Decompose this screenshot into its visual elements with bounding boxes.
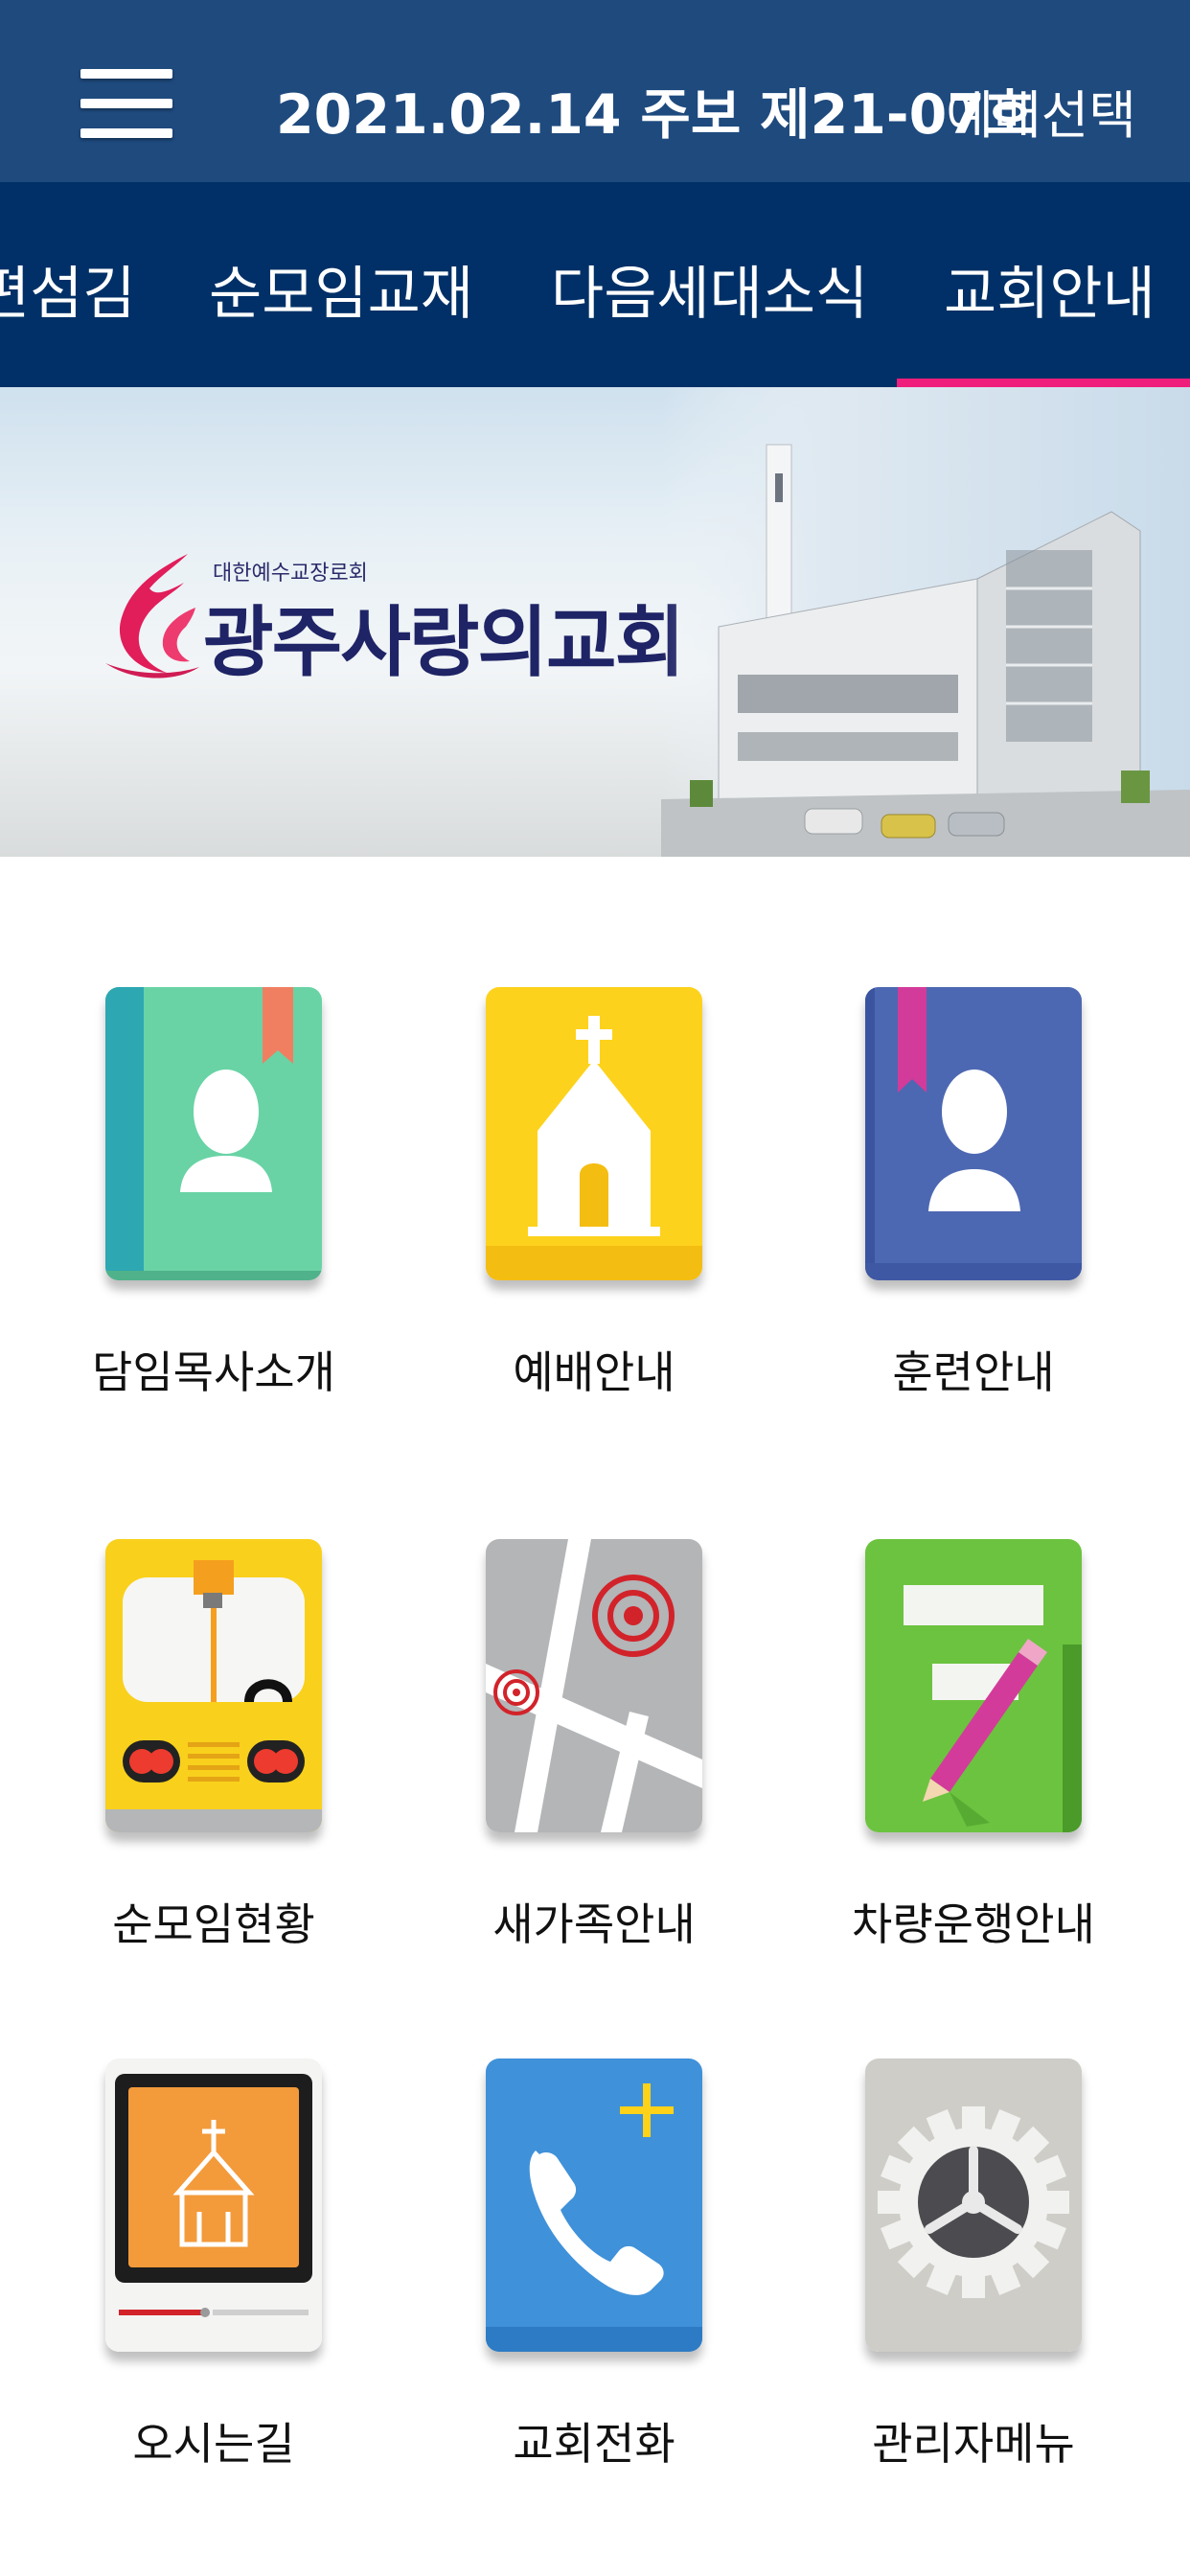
menu-item-directions[interactable]: 오시는길	[48, 2058, 374, 2518]
menu-item-pastor[interactable]: 담임목사소개	[48, 987, 374, 1447]
church-banner: 대한예수교장로회 광주사랑의교회	[0, 387, 1190, 857]
menu-item-training[interactable]: 훈련안내	[808, 987, 1133, 1447]
menu-item-label: 예배안내	[513, 1346, 675, 1398]
menu-item-new-family[interactable]: 새가족안내	[428, 1539, 754, 1999]
phone-add-icon	[486, 2058, 702, 2352]
pastor-book-icon	[105, 987, 322, 1280]
menu-item-label: 순모임현황	[112, 1898, 315, 1950]
menu-item-small-group[interactable]: 순모임현황	[48, 1539, 374, 1999]
tab-small-group-material[interactable]: 순모임교재	[209, 247, 473, 331]
active-tab-indicator	[897, 379, 1190, 387]
menu-item-label: 담임목사소개	[92, 1346, 335, 1398]
church-name: 광주사랑의교회	[203, 598, 685, 687]
bus-icon	[105, 1539, 322, 1832]
menu-item-worship[interactable]: 예배안내	[428, 987, 754, 1447]
menu-item-label: 새가족안내	[492, 1898, 696, 1950]
church-logo-icon	[105, 554, 199, 678]
menu-item-label: 오시는길	[132, 2418, 295, 2470]
settings-gear-icon	[865, 2058, 1082, 2352]
menu-icon[interactable]	[80, 69, 172, 138]
menu-item-label: 훈련안내	[892, 1346, 1055, 1398]
menu-item-label: 관리자메뉴	[872, 2418, 1075, 2470]
menu-item-vehicle[interactable]: 차량운행안내	[808, 1539, 1133, 1999]
training-book-icon	[865, 987, 1082, 1280]
notepad-pencil-icon	[865, 1539, 1082, 1832]
tab-next-generation-news[interactable]: 다음세대소식	[551, 247, 868, 331]
menu-item-admin[interactable]: 관리자메뉴	[808, 2058, 1133, 2518]
tab-church-info[interactable]: 교회안내	[944, 247, 1156, 331]
tab-bar: 편섬김 순모임교재 다음세대소식 교회안내	[0, 182, 1190, 387]
bulletin-title: 2021.02.14 주보 제21-07호	[276, 83, 1036, 147]
worship-select-button[interactable]: 예배선택	[946, 73, 1136, 149]
menu-item-label: 차량운행안내	[852, 1898, 1095, 1950]
map-icon	[486, 1539, 702, 1832]
church-building-image	[661, 387, 1190, 857]
church-icon	[486, 987, 702, 1280]
menu-item-church-phone[interactable]: 교회전화	[428, 2058, 754, 2518]
app-header: 2021.02.14 주보 제21-07호 예배선택	[0, 0, 1190, 183]
menu-item-label: 교회전화	[513, 2418, 675, 2470]
video-church-icon	[105, 2058, 322, 2352]
tab-service[interactable]: 편섬김	[0, 247, 136, 331]
